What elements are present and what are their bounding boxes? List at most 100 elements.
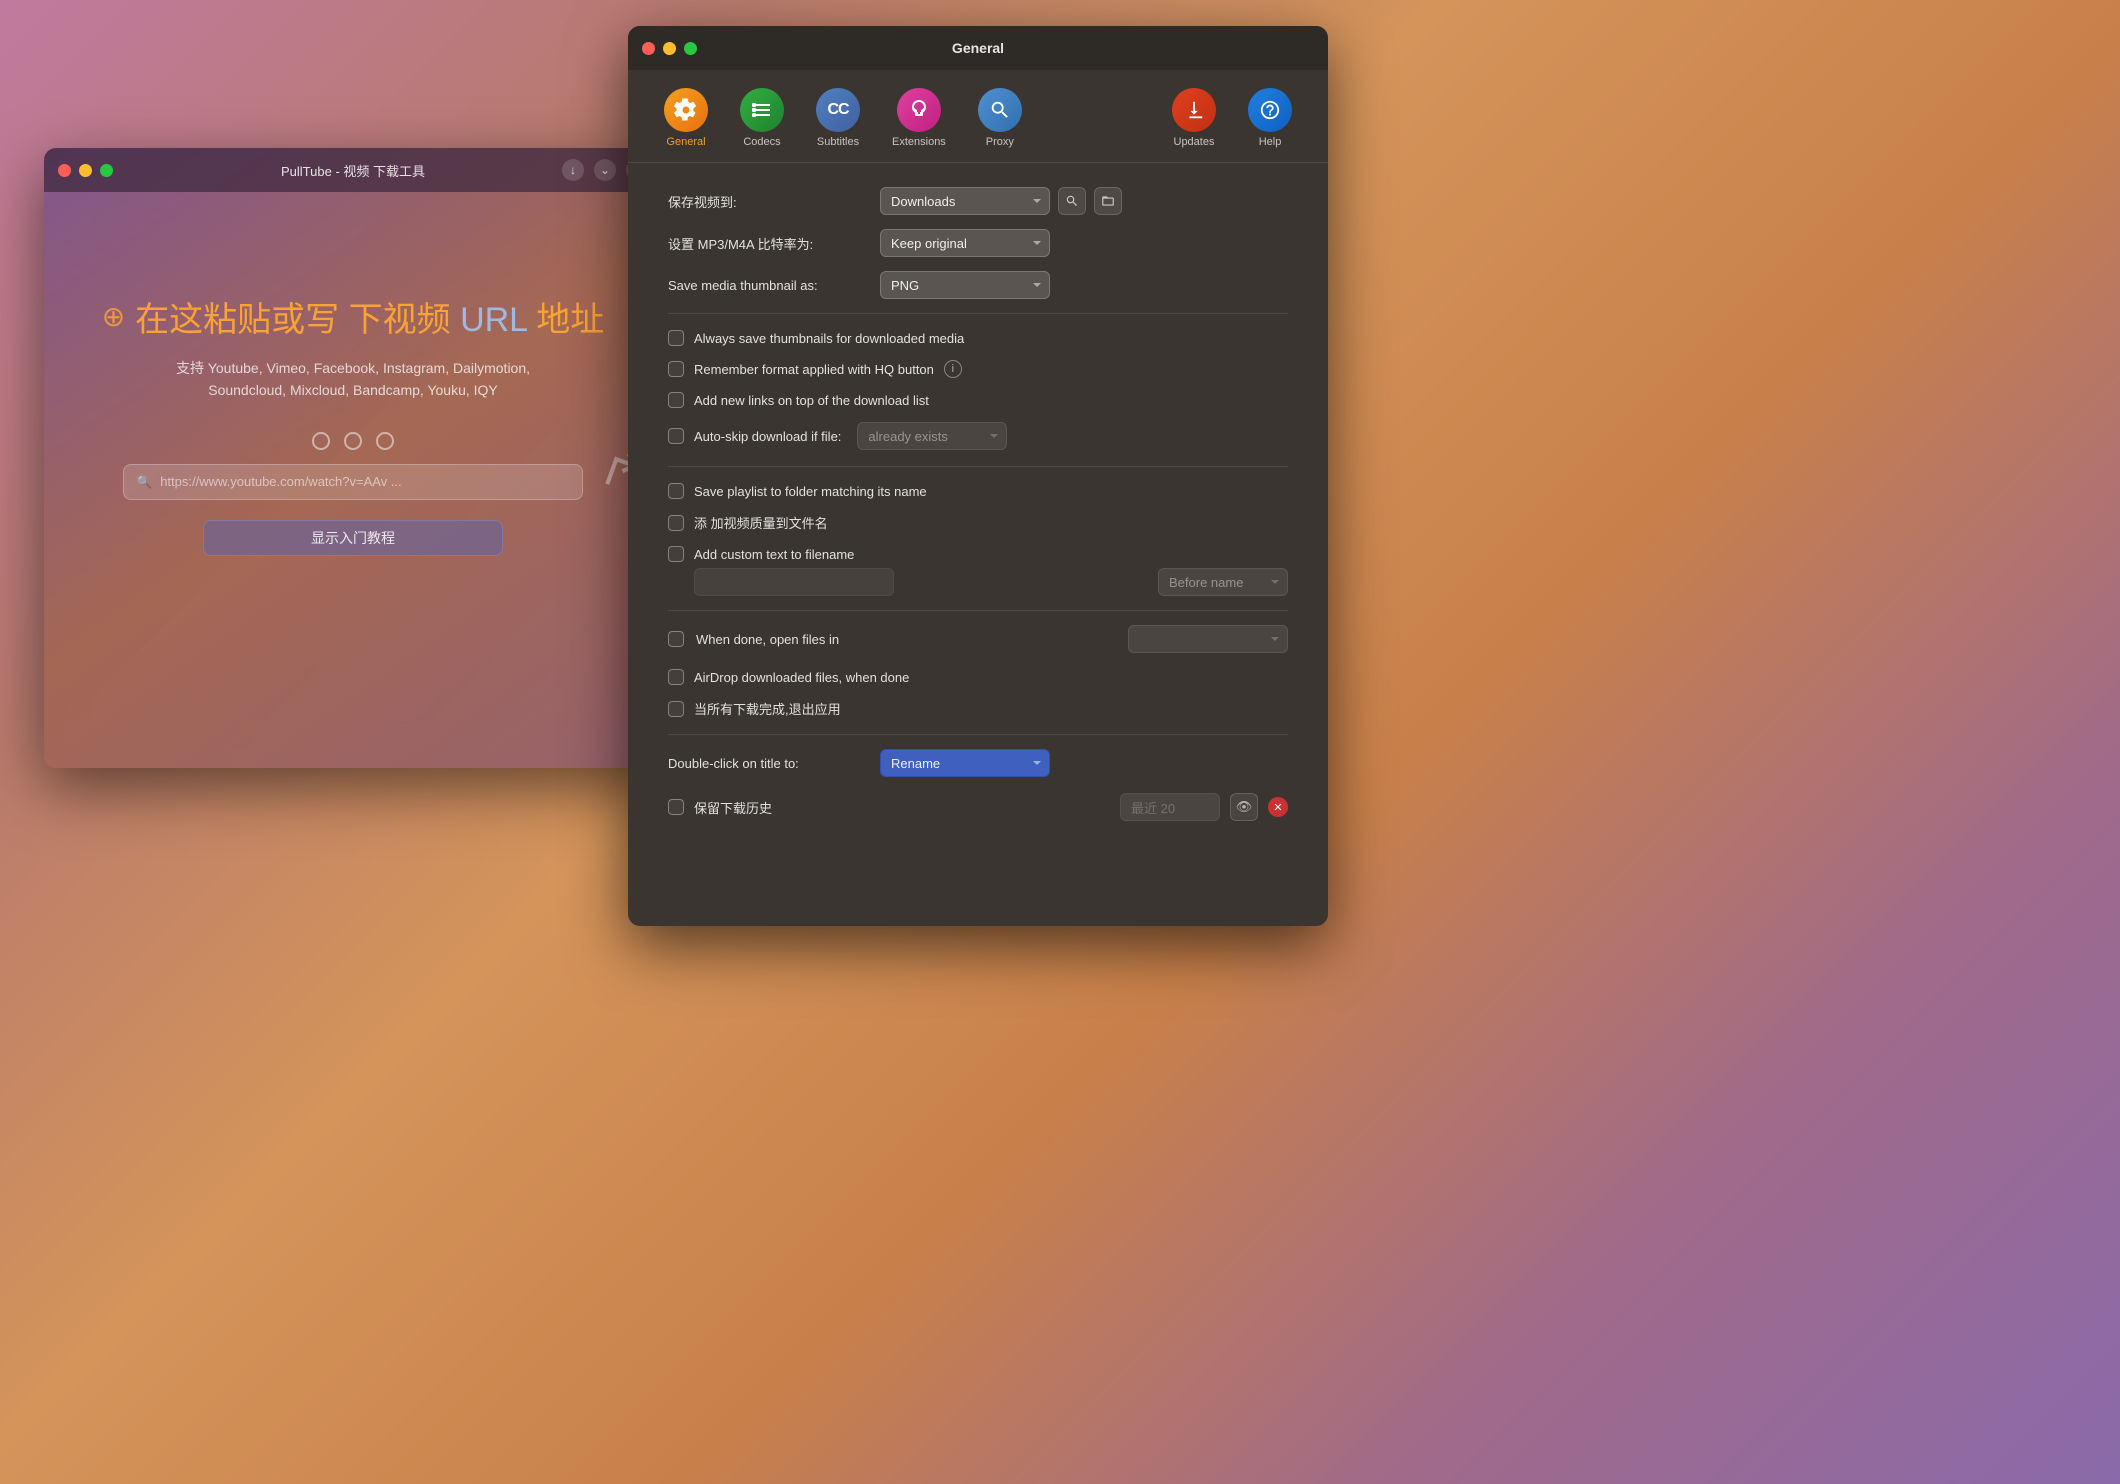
tab-help[interactable]: Help (1232, 82, 1308, 154)
history-stepper[interactable]: 最近 20 (1120, 793, 1220, 821)
double-click-select[interactable]: Rename (880, 749, 1050, 777)
download-icon[interactable]: ↓ (562, 159, 584, 181)
general-window-title: General (952, 40, 1004, 56)
checkbox-airdrop-label: AirDrop downloaded files, when done (694, 670, 909, 685)
status-dot-3 (376, 432, 394, 450)
pulltube-titlebar: PullTube - 视频 下载工具 ↓ ⌄ ⚙ (44, 148, 662, 192)
checkbox-history[interactable] (668, 799, 684, 815)
tab-general[interactable]: General (648, 82, 724, 154)
tab-codecs[interactable]: Codecs (724, 82, 800, 154)
checkbox-thumbnails-row: Always save thumbnails for downloaded me… (668, 328, 1288, 348)
checkbox-hq[interactable] (668, 361, 684, 377)
add-icon: ⊕ (102, 300, 125, 333)
history-clear-icon[interactable]: ✕ (1268, 797, 1288, 817)
checkbox-airdrop[interactable] (668, 669, 684, 685)
info-icon-hq[interactable]: i (944, 360, 962, 378)
general-traffic-lights (642, 42, 697, 55)
save-video-row: 保存视频到: Downloads (668, 187, 1288, 215)
url-prompt: ⊕ 在这粘贴或写 下视频 URL 地址 (102, 292, 605, 341)
thumbnail-select[interactable]: PNG (880, 271, 1050, 299)
pulltube-content: ⊕ 在这粘贴或写 下视频 URL 地址 支持 Youtube, Vimeo, F… (44, 192, 662, 768)
traffic-lights (58, 164, 113, 177)
checkbox-quality[interactable] (668, 515, 684, 531)
tab-subtitles-label: Subtitles (817, 136, 859, 148)
checkbox-newlinks[interactable] (668, 392, 684, 408)
supported-line2: Soundcloud, Mixcloud, Bandcamp, Youku, I… (176, 379, 530, 401)
autoskip-select[interactable]: already exists (857, 422, 1007, 450)
checkbox-quality-row: 添 加视频质量到文件名 (668, 511, 1288, 534)
general-minimize-button[interactable] (663, 42, 676, 55)
custom-text-input[interactable] (694, 568, 894, 596)
checkbox-playlist[interactable] (668, 483, 684, 499)
url-search-bar[interactable]: 🔍 https://www.youtube.com/watch?v=AAv ..… (123, 464, 583, 500)
double-click-label: Double-click on title to: (668, 756, 868, 771)
save-location-select[interactable]: Downloads (880, 187, 1050, 215)
tab-extensions-label: Extensions (892, 136, 946, 148)
double-click-value: Rename (891, 756, 940, 771)
minimize-button[interactable] (79, 164, 92, 177)
status-dot-1 (312, 432, 330, 450)
tab-extensions[interactable]: Extensions (876, 82, 962, 154)
general-close-button[interactable] (642, 42, 655, 55)
search-folder-icon[interactable] (1058, 187, 1086, 215)
mp3-value: Keep original (891, 236, 967, 251)
checkbox-when-done[interactable] (668, 631, 684, 647)
mp3-select[interactable]: Keep original (880, 229, 1050, 257)
extensions-icon (897, 88, 941, 132)
checkbox-thumbnails-label: Always save thumbnails for downloaded me… (694, 331, 964, 346)
updates-icon (1172, 88, 1216, 132)
checkbox-quit-label: 当所有下载完成,退出应用 (694, 699, 841, 718)
help-icon (1248, 88, 1292, 132)
codecs-icon (740, 88, 784, 132)
settings-content: 保存视频到: Downloads 设置 MP3/M4A 比特 (628, 163, 1328, 926)
open-folder-icon[interactable] (1094, 187, 1122, 215)
checkbox-autoskip[interactable] (668, 428, 684, 444)
save-video-label: 保存视频到: (668, 192, 868, 211)
search-icon: 🔍 (136, 474, 152, 490)
checkbox-customtext-row: Add custom text to filename (668, 544, 1288, 564)
eye-icon[interactable]: 👁 (1230, 793, 1258, 821)
checkbox-quality-label: 添 加视频质量到文件名 (694, 513, 828, 532)
chevron-down-icon[interactable]: ⌄ (594, 159, 616, 181)
tab-subtitles[interactable]: CC Subtitles (800, 82, 876, 154)
checkbox-quit[interactable] (668, 701, 684, 717)
tab-proxy-label: Proxy (986, 136, 1014, 148)
status-dots (312, 432, 394, 450)
checkbox-customtext[interactable] (668, 546, 684, 562)
general-icon (664, 88, 708, 132)
close-button[interactable] (58, 164, 71, 177)
tab-proxy[interactable]: Proxy (962, 82, 1038, 154)
maximize-button[interactable] (100, 164, 113, 177)
thumbnail-row: Save media thumbnail as: PNG (668, 271, 1288, 299)
checkbox-hq-label: Remember format applied with HQ button (694, 362, 934, 377)
checkbox-autoskip-row: Auto-skip download if file: already exis… (668, 420, 1288, 452)
before-name-select[interactable]: Before name (1158, 568, 1288, 596)
before-name-value: Before name (1169, 575, 1243, 590)
checkbox-playlist-row: Save playlist to folder matching its nam… (668, 481, 1288, 501)
general-titlebar: General (628, 26, 1328, 70)
tab-updates[interactable]: Updates (1156, 82, 1232, 154)
pulltube-title: PullTube - 视频 下载工具 (281, 161, 425, 180)
when-done-select[interactable] (1128, 625, 1288, 653)
subtitles-icon: CC (816, 88, 860, 132)
tab-codecs-label: Codecs (743, 136, 780, 148)
tab-updates-label: Updates (1174, 136, 1215, 148)
tab-general-label: General (666, 136, 705, 148)
double-click-row: Double-click on title to: Rename (668, 749, 1288, 777)
settings-toolbar: General Codecs CC Subtitles (628, 70, 1328, 163)
checkbox-quit-row: 当所有下载完成,退出应用 (668, 697, 1288, 720)
thumbnail-label: Save media thumbnail as: (668, 278, 868, 293)
history-count: 最近 20 (1131, 798, 1175, 817)
tutorial-button[interactable]: 显示入门教程 (203, 520, 503, 556)
checkbox-airdrop-row: AirDrop downloaded files, when done (668, 667, 1288, 687)
status-dot-2 (344, 432, 362, 450)
supported-line1: 支持 Youtube, Vimeo, Facebook, Instagram, … (176, 357, 530, 379)
checkbox-thumbnails[interactable] (668, 330, 684, 346)
checkbox-playlist-label: Save playlist to folder matching its nam… (694, 484, 927, 499)
url-input-placeholder: https://www.youtube.com/watch?v=AAv ... (160, 474, 570, 489)
checkbox-newlinks-row: Add new links on top of the download lis… (668, 390, 1288, 410)
tab-help-label: Help (1259, 136, 1282, 148)
pulltube-window: PullTube - 视频 下载工具 ↓ ⌄ ⚙ ⊕ 在这粘贴或写 下视频 UR… (44, 148, 662, 768)
general-maximize-button[interactable] (684, 42, 697, 55)
custom-text-input-row: Before name (694, 568, 1288, 596)
